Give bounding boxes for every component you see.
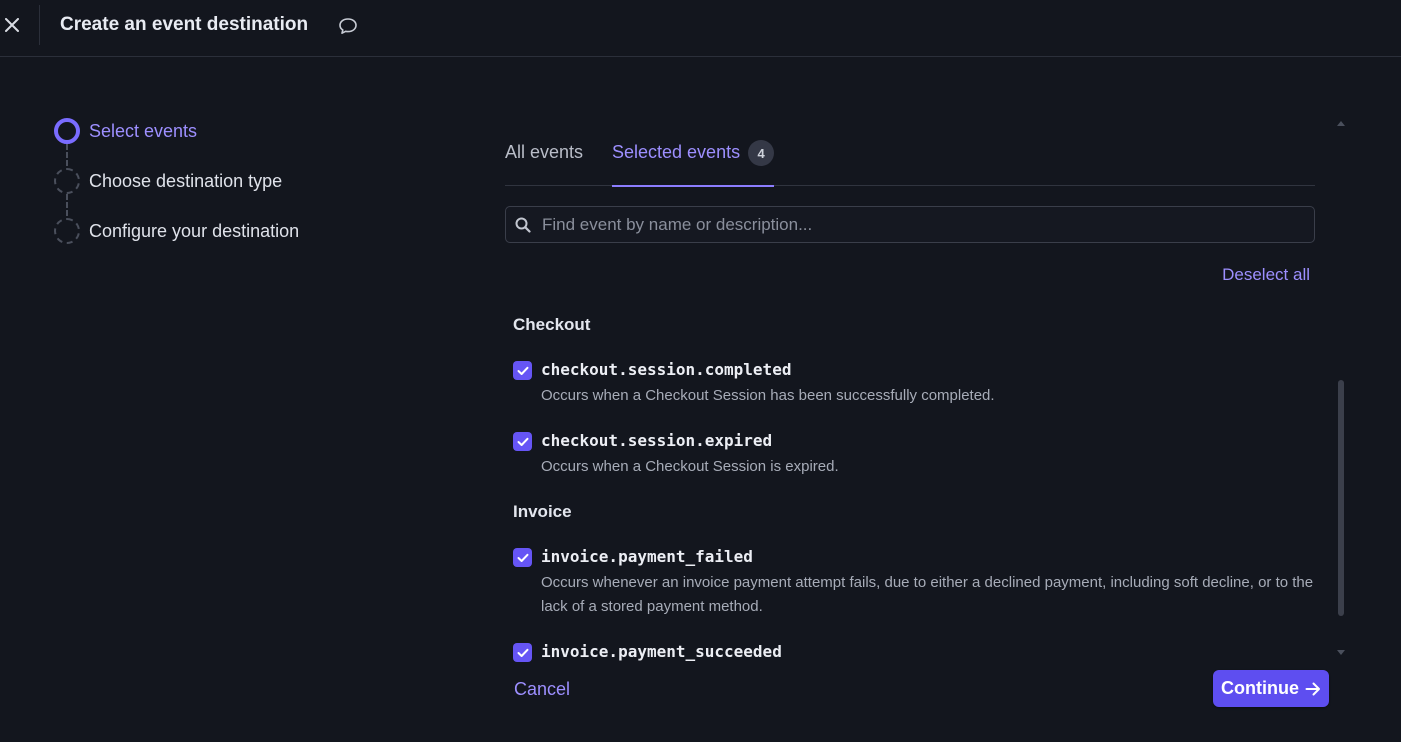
- close-icon[interactable]: [5, 18, 19, 32]
- checkmark-icon: [517, 366, 528, 375]
- scrollbar-thumb[interactable]: [1338, 380, 1344, 616]
- event-tabs: All events Selected events 4: [505, 130, 1315, 187]
- step-label: Choose destination type: [89, 170, 283, 191]
- deselect-all-button[interactable]: Deselect all: [1222, 265, 1310, 285]
- tab-label: Selected events: [612, 142, 741, 162]
- tab-selected-events[interactable]: Selected events 4: [612, 130, 775, 187]
- event-name: checkout.session.expired: [541, 431, 773, 450]
- event-description: Occurs whenever an invoice payment attem…: [541, 574, 1314, 615]
- continue-label: Continue: [1221, 678, 1299, 698]
- tab-all-events[interactable]: All events: [505, 130, 583, 186]
- continue-button[interactable]: Continue: [1213, 670, 1329, 707]
- top-bar: Create an event destination: [0, 0, 1401, 57]
- step-pending-indicator-icon: [54, 168, 80, 194]
- cancel-button[interactable]: Cancel: [514, 679, 570, 700]
- checkmark-icon: [517, 437, 528, 446]
- search-input[interactable]: [540, 207, 1300, 242]
- step-label: Configure your destination: [89, 220, 300, 241]
- group-title-checkout: Checkout: [513, 315, 591, 334]
- search-field[interactable]: [505, 206, 1315, 243]
- search-icon: [515, 217, 531, 233]
- scroll-up-arrow-icon[interactable]: [1336, 118, 1346, 128]
- scroll-down-arrow-icon[interactable]: [1336, 648, 1346, 658]
- step-connector: [66, 194, 68, 216]
- step-label: Select events: [89, 120, 198, 141]
- step-pending-indicator-icon: [54, 218, 80, 244]
- event-checkbox[interactable]: [513, 643, 532, 662]
- step-active-indicator-icon: [54, 118, 80, 144]
- selected-events-list: Checkout checkout.session.completed Occu…: [505, 305, 1315, 667]
- event-description: Occurs when a Checkout Session has been …: [541, 387, 995, 404]
- top-bar-divider: [39, 5, 40, 45]
- step-choose-destination-type[interactable]: Choose destination type: [54, 168, 282, 194]
- event-description: Occurs when a Checkout Session is expire…: [541, 458, 839, 475]
- arrow-right-icon: [1305, 682, 1321, 696]
- feedback-button[interactable]: [336, 14, 360, 38]
- checkmark-icon: [517, 553, 528, 562]
- close-button[interactable]: [0, 9, 24, 41]
- step-configure-destination[interactable]: Configure your destination: [54, 218, 299, 244]
- step-select-events[interactable]: Select events: [54, 118, 197, 144]
- tab-label: All events: [505, 142, 584, 162]
- speech-bubble-icon[interactable]: [338, 17, 358, 35]
- event-checkbox[interactable]: [513, 361, 532, 380]
- step-connector: [66, 144, 68, 166]
- event-checkbox[interactable]: [513, 548, 532, 567]
- event-name: checkout.session.completed: [541, 360, 792, 379]
- event-checkbox[interactable]: [513, 432, 532, 451]
- page-title: Create an event destination: [60, 14, 309, 35]
- selected-count-badge: 4: [748, 140, 775, 166]
- event-name: invoice.payment_succeeded: [541, 642, 782, 661]
- group-title-invoice: Invoice: [513, 502, 572, 521]
- event-name: invoice.payment_failed: [541, 547, 753, 566]
- checkmark-icon: [517, 648, 528, 657]
